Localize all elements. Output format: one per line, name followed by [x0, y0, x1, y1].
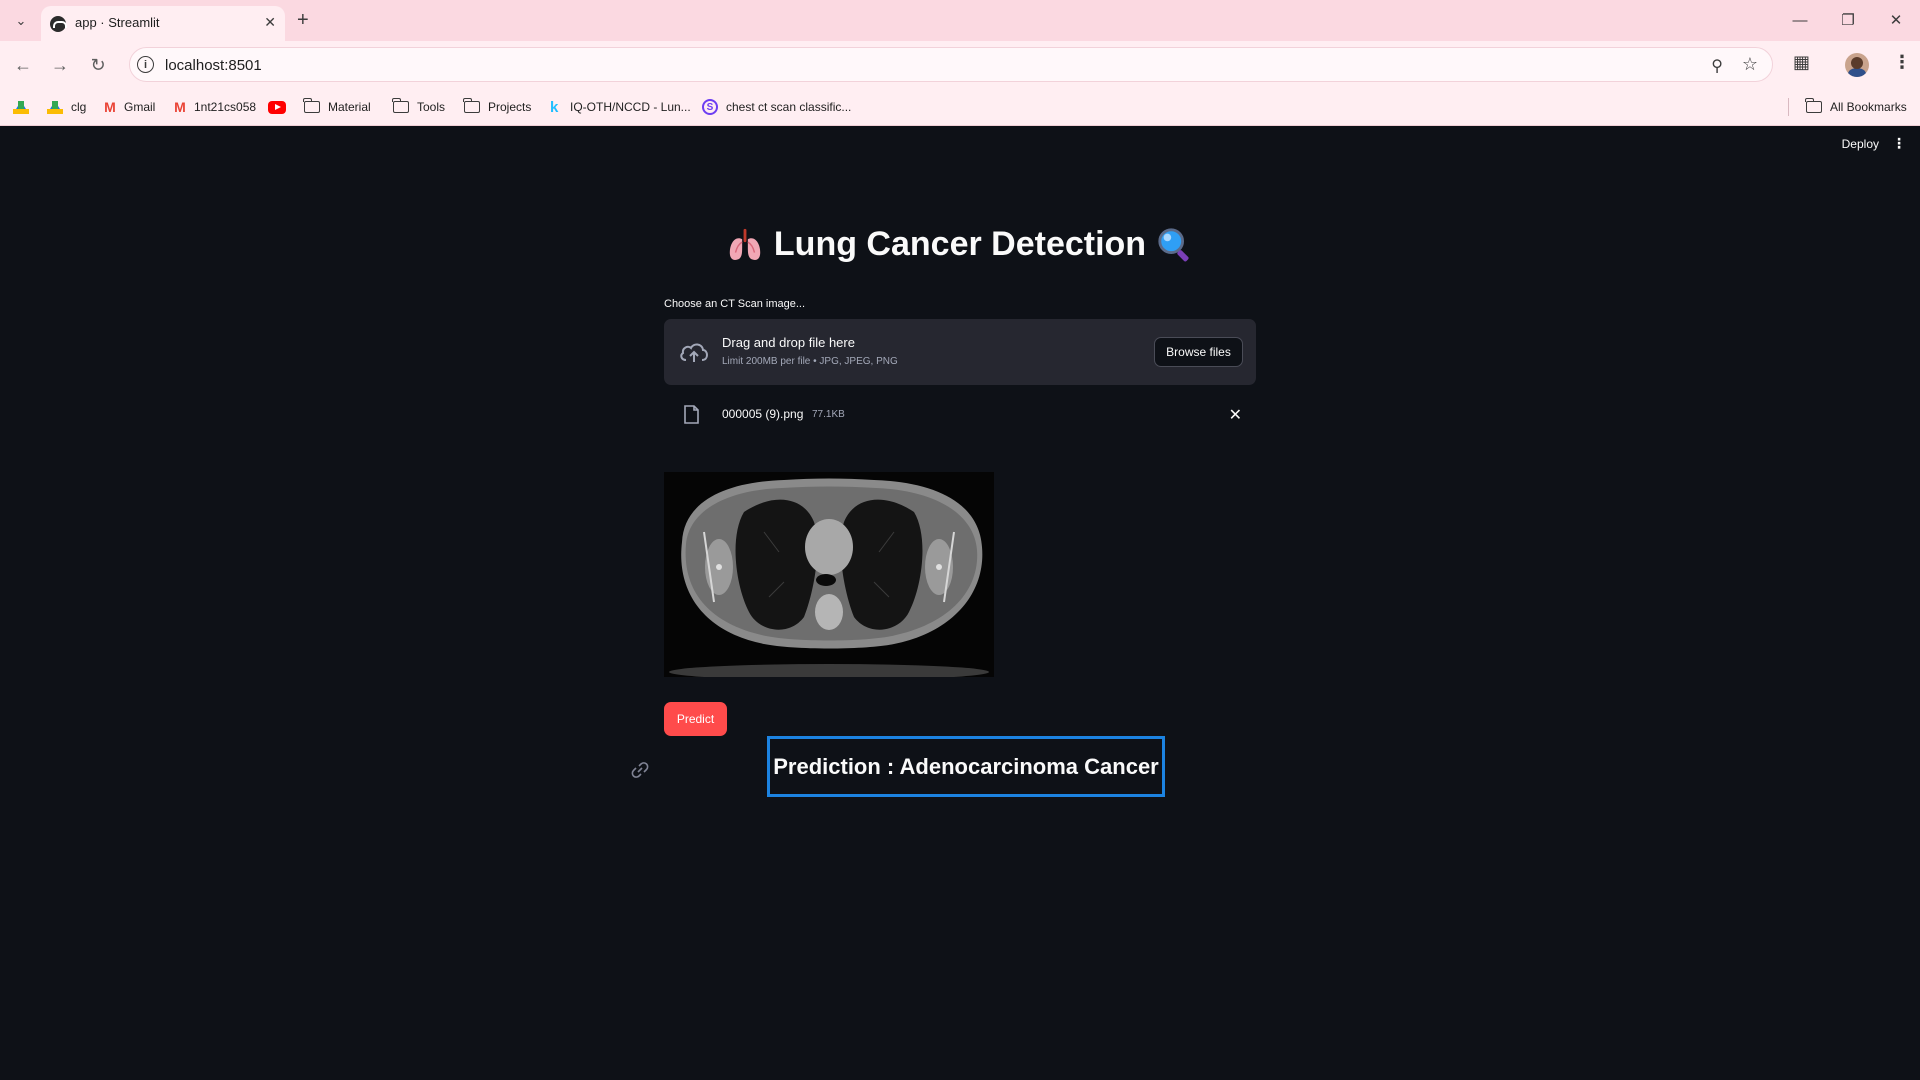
tab-search-chevron-icon[interactable]: ⌄: [10, 10, 32, 32]
file-size: 77.1KB: [812, 409, 845, 420]
bookmark-clg[interactable]: clg: [47, 96, 86, 118]
kaggle-icon: k: [550, 98, 559, 116]
page-title-text: Lung Cancer Detection: [773, 225, 1147, 263]
cloud-upload-icon: [680, 343, 708, 362]
predict-button[interactable]: Predict: [664, 702, 727, 736]
prediction-result: Prediction : Adenocarcinoma Cancer: [767, 736, 1165, 797]
bookmark-drive[interactable]: [13, 96, 29, 118]
extensions-puzzle-icon[interactable]: ▦: [1793, 52, 1810, 73]
tab-close-icon[interactable]: ✕: [264, 14, 276, 31]
bookmark-gmail[interactable]: M Gmail: [102, 96, 155, 118]
zoom-icon[interactable]: ⚲: [1711, 56, 1723, 76]
browser-toolbar: ← → ↻ i localhost:8501 ⚲ ☆ ▦ ⋮: [0, 41, 1920, 88]
reload-icon[interactable]: ↻: [83, 50, 113, 80]
uploaded-file-row: 000005 (9).png 77.1KB ✕: [664, 397, 1256, 433]
lungs-icon: [729, 228, 761, 260]
deploy-button[interactable]: Deploy: [1842, 137, 1879, 151]
page-title: Lung Cancer Detection: [664, 225, 1256, 264]
youtube-icon: [268, 100, 286, 114]
back-arrow-icon[interactable]: ←: [8, 50, 38, 80]
folder-icon: [303, 98, 320, 113]
minimize-icon[interactable]: —: [1786, 8, 1814, 32]
file-dropzone[interactable]: Drag and drop file here Limit 200MB per …: [664, 319, 1256, 385]
window-close-icon[interactable]: ✕: [1882, 8, 1910, 32]
browser-menu-icon[interactable]: ⋮: [1893, 52, 1911, 73]
bookmark-youtube[interactable]: [268, 96, 286, 118]
magnifying-glass-icon: [1158, 227, 1189, 261]
file-icon: [684, 405, 699, 424]
bookmark-kaggle[interactable]: k IQ-OTH/NCCD - Lun...: [550, 96, 691, 118]
uploader-label: Choose an CT Scan image...: [664, 298, 806, 310]
drive-icon: [13, 100, 29, 114]
ct-scan-image: [664, 472, 994, 677]
gmail-icon: M: [174, 99, 186, 115]
address-bar[interactable]: i localhost:8501 ⚲ ☆: [129, 47, 1773, 82]
tab-title: app · Streamlit: [75, 15, 160, 30]
bookmark-1nt21cs058[interactable]: M 1nt21cs058: [172, 96, 256, 118]
streamlit-favicon-icon: [50, 16, 67, 32]
dropzone-title: Drag and drop file here: [722, 335, 855, 350]
all-bookmarks[interactable]: All Bookmarks: [1805, 96, 1907, 118]
prediction-text: Prediction : Adenocarcinoma Cancer: [773, 753, 1159, 779]
bookmark-chest-ct[interactable]: Schest ct scan classific...: [702, 96, 851, 118]
bookmarks-separator: [1788, 98, 1789, 116]
folder-icon: [392, 98, 409, 113]
remove-file-icon[interactable]: ✕: [1229, 405, 1242, 425]
url-text[interactable]: localhost:8501: [165, 57, 262, 74]
bookmark-folder-tools[interactable]: Tools: [392, 96, 445, 118]
streamlit-icon: S: [702, 99, 718, 115]
bookmarks-bar: clg M Gmail M 1nt21cs058 Material Tools Pr…: [0, 88, 1920, 126]
bookmark-star-icon[interactable]: ☆: [1742, 54, 1758, 75]
folder-icon: [1805, 98, 1822, 113]
app-menu-icon[interactable]: ⋮: [1892, 135, 1906, 152]
drive-icon: [47, 100, 63, 114]
browse-files-button[interactable]: Browse files: [1154, 337, 1243, 367]
folder-icon: [463, 98, 480, 113]
file-name: 000005 (9).png: [722, 407, 804, 421]
restore-icon[interactable]: ❐: [1834, 8, 1862, 32]
anchor-link-icon[interactable]: [631, 761, 649, 779]
profile-avatar[interactable]: [1845, 53, 1869, 77]
gmail-icon: M: [104, 99, 116, 115]
bookmark-folder-material[interactable]: Material: [303, 96, 371, 118]
streamlit-app: Deploy ⋮ Lung Cancer Detection Choose an…: [0, 127, 1920, 1080]
site-info-icon[interactable]: i: [137, 56, 154, 73]
browser-tab-bar: ⌄ app · Streamlit ✕ + — ❐ ✕: [0, 0, 1920, 41]
browser-tab[interactable]: app · Streamlit ✕: [41, 6, 285, 41]
new-tab-icon[interactable]: +: [297, 8, 309, 32]
bookmark-folder-projects[interactable]: Projects: [463, 96, 531, 118]
forward-arrow-icon[interactable]: →: [45, 50, 75, 80]
dropzone-limit: Limit 200MB per file • JPG, JPEG, PNG: [722, 356, 898, 367]
